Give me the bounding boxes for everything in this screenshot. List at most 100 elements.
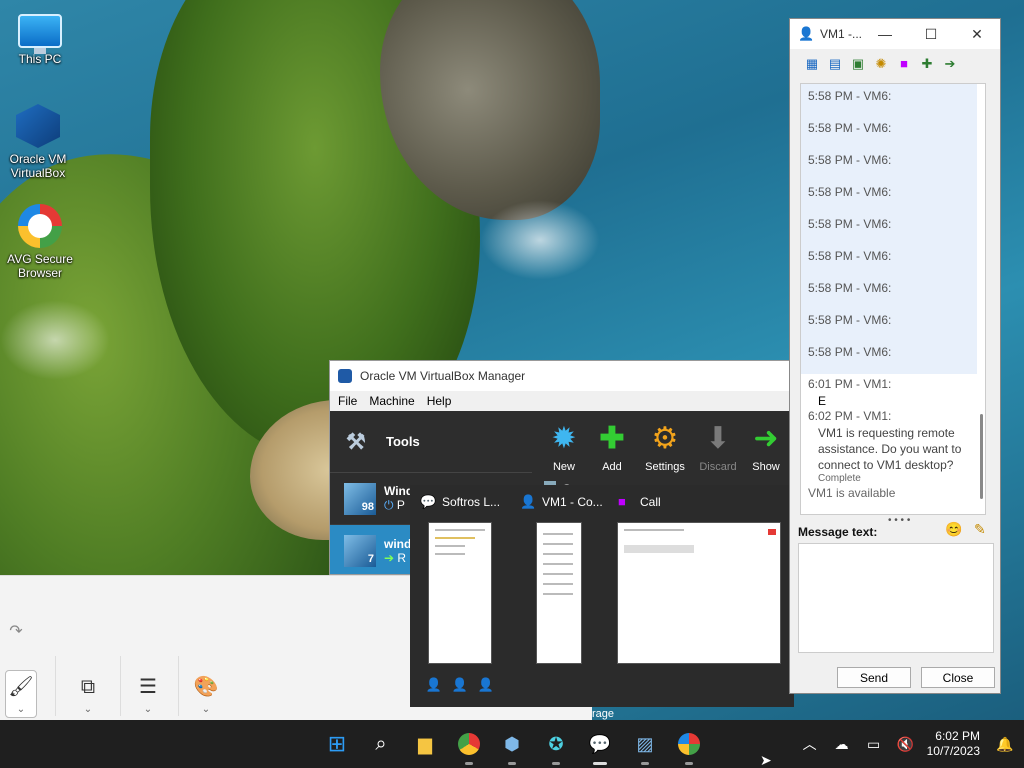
button-label: Add <box>602 461 622 473</box>
taskbar-preview-popup: 💬 Softros L... 👤 VM1 - Co... ■ Call 👤 👤 … <box>410 485 794 707</box>
vbox-menubar: File Machine Help <box>330 391 790 411</box>
virtualbox-icon[interactable]: ⬢ <box>498 730 526 765</box>
settings-button[interactable]: ⚙ Settings <box>636 421 694 473</box>
notification-bell-icon[interactable]: 🔔 <box>994 736 1016 753</box>
send-button[interactable]: Send <box>837 667 911 688</box>
wallpaper-foam <box>480 200 600 280</box>
network-app-icon[interactable]: ✪ <box>542 730 570 765</box>
chevron-down-icon[interactable]: ⌄ <box>72 704 104 715</box>
add-user-icon[interactable]: ✚ <box>919 56 935 72</box>
vbox-tools-item[interactable]: ⚒ Tools <box>330 411 532 473</box>
chevron-down-icon[interactable]: ⌄ <box>5 704 37 715</box>
history-icon[interactable]: ▤ <box>827 56 843 72</box>
maximize-icon[interactable]: ☐ <box>908 26 954 43</box>
menu-file[interactable]: File <box>338 394 357 408</box>
user-icon[interactable]: 👤 <box>424 675 444 695</box>
mouse-cursor-icon: ➤ <box>760 752 772 768</box>
preview-item-call[interactable]: ■ Call <box>618 494 661 510</box>
starburst-icon: ✹ <box>551 422 577 455</box>
tools-icon: ⚒ <box>346 428 366 454</box>
chat-titlebar[interactable]: 👤 VM1 -... — ☐ ✕ <box>790 19 1000 49</box>
file-explorer-icon[interactable]: ▆ <box>411 730 439 758</box>
search-icon[interactable]: ⌕ <box>367 730 395 758</box>
user-icon: 👤 <box>520 494 537 509</box>
availability-status: VM1 is available <box>808 486 896 500</box>
minimize-icon[interactable]: — <box>862 26 908 43</box>
display-icon[interactable]: ▭ <box>863 736 885 753</box>
button-label: Settings <box>645 461 685 473</box>
monitor-icon <box>18 14 62 54</box>
volume-muted-icon[interactable]: 🔇 <box>895 736 917 753</box>
send-file-icon[interactable]: ▦ <box>804 56 820 72</box>
desktop-icon-avg-browser[interactable]: AVG Secure Browser <box>2 204 78 280</box>
exit-icon[interactable]: ➔ <box>942 56 958 72</box>
message-body: E <box>818 394 827 408</box>
chrome-icon[interactable] <box>455 730 483 765</box>
preview-item-vm1[interactable]: 👤 VM1 - Co... <box>520 494 603 510</box>
message-header: 6:01 PM - VM1: <box>808 377 892 391</box>
preview-thumbnail[interactable] <box>428 522 492 664</box>
close-icon[interactable]: ✕ <box>954 26 1000 43</box>
system-tray: ︿ ☁ ▭ 🔇 6:02 PM 10/7/2023 🔔 <box>799 720 1024 768</box>
edit-icon[interactable]: ✎ <box>974 521 986 538</box>
down-arrow-icon: ⬇ <box>705 422 731 455</box>
preview-item-softros[interactable]: 💬 Softros L... <box>420 495 500 510</box>
vbox-titlebar[interactable]: Oracle VM VirtualBox Manager <box>330 361 790 391</box>
desktop-icon-virtualbox[interactable]: Oracle VM VirtualBox <box>0 104 76 180</box>
vbox-window-title: Oracle VM VirtualBox Manager <box>360 369 526 383</box>
chat-window-title: VM1 -... <box>820 27 863 41</box>
add-vm-button[interactable]: ✚ Add <box>588 421 636 473</box>
chevron-down-icon[interactable]: ⌄ <box>132 704 164 715</box>
message-header: 5:58 PM - VM6: <box>808 89 892 103</box>
cloud-icon[interactable]: ☁ <box>831 736 853 753</box>
button-label: Discard <box>699 461 737 473</box>
vm-status-text: P <box>396 498 405 512</box>
clock-time: 6:02 PM <box>935 729 980 743</box>
desktop-icon-label: This PC <box>18 52 62 66</box>
power-icon: ⏻ <box>384 498 394 512</box>
settings-icon[interactable]: ✺ <box>873 56 889 72</box>
virtualbox-icon <box>16 104 60 148</box>
menu-machine[interactable]: Machine <box>369 394 414 408</box>
preview-thumbnail[interactable] <box>617 522 781 664</box>
splitter-handle[interactable]: • • • • <box>888 515 910 526</box>
clock[interactable]: 6:02 PM 10/7/2023 <box>927 729 980 759</box>
wallpaper-foam <box>0 300 110 380</box>
video-camera-icon: ■ <box>618 494 626 509</box>
emoji-icon[interactable]: 😊 <box>945 521 962 538</box>
preview-thumbnail[interactable] <box>536 522 582 664</box>
toolbar-divider <box>120 656 121 716</box>
menu-help[interactable]: Help <box>427 394 452 408</box>
palette-icon[interactable]: 🎨 <box>190 671 222 703</box>
message-input[interactable] <box>798 543 994 653</box>
chat-scrollbar[interactable] <box>980 414 983 499</box>
redo-icon[interactable]: ↷ <box>0 616 32 648</box>
desktop-icon-this-pc[interactable]: This PC <box>2 10 78 66</box>
avg-browser-icon[interactable] <box>675 730 703 765</box>
new-vm-button[interactable]: ✹ New <box>540 421 588 473</box>
toolbar-divider <box>55 656 56 716</box>
chevron-down-icon[interactable]: ⌄ <box>190 704 222 715</box>
preview-title: Call <box>640 495 661 509</box>
virtualbox-icon <box>338 369 352 383</box>
chevron-up-icon[interactable]: ︿ <box>799 734 821 754</box>
softros-chat-icon[interactable]: 💬 <box>586 730 614 765</box>
vbox-toolbar: ✹ New ✚ Add ⚙ Settings ⬇ Discard ➜ Show <box>532 411 790 473</box>
start-button[interactable]: ⊞ <box>323 730 351 758</box>
vm-window-icon[interactable]: ▨ <box>631 730 659 765</box>
chat-message-log[interactable]: 5:58 PM - VM6: 5:58 PM - VM6: 5:58 PM - … <box>800 83 986 515</box>
user-icon[interactable]: 👤 <box>476 675 496 695</box>
discard-button[interactable]: ⬇ Discard <box>694 421 742 473</box>
user-icon[interactable]: 👤 <box>450 675 470 695</box>
video-call-icon[interactable]: ■ <box>896 56 912 72</box>
show-button[interactable]: ➜ Show <box>742 421 790 473</box>
notes-icon[interactable]: ▣ <box>850 56 866 72</box>
message-header: 5:58 PM - VM6: <box>808 313 892 327</box>
clock-date: 10/7/2023 <box>926 744 980 758</box>
shapes-icon[interactable]: ⧉ <box>72 671 104 703</box>
close-button[interactable]: Close <box>921 667 995 688</box>
line-width-icon[interactable]: ☰ <box>132 671 164 703</box>
message-header: 5:58 PM - VM6: <box>808 249 892 263</box>
message-header: 5:58 PM - VM6: <box>808 281 892 295</box>
toolbar-divider <box>178 656 179 716</box>
